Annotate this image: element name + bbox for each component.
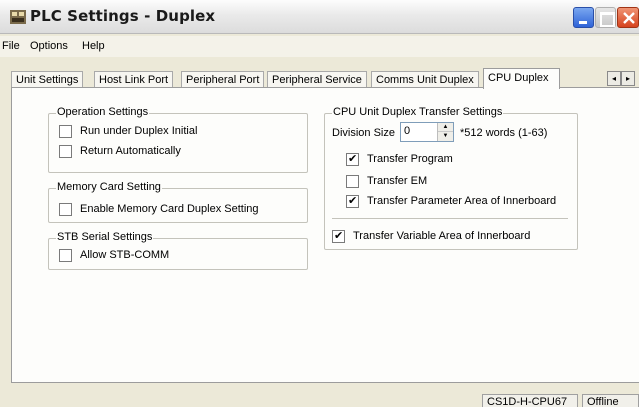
division-size-label: Division Size <box>332 127 395 139</box>
tab-cpu-duplex[interactable]: CPU Duplex <box>483 68 560 89</box>
spin-up-arrow-icon[interactable]: ▲ <box>438 123 453 132</box>
checkbox-label: Allow STB-COMM <box>80 249 170 261</box>
cpu-unit-duplex-transfer-title: CPU Unit Duplex Transfer Settings <box>332 106 504 118</box>
plc-app-icon <box>10 10 26 24</box>
tab-scroll-left-icon[interactable]: ◂ <box>607 71 621 86</box>
checkbox-label: Transfer Program <box>367 153 453 165</box>
menu-bar: File Options Help <box>0 36 639 57</box>
division-size-spinner[interactable]: 0 ▲ ▼ <box>400 122 454 142</box>
checkbox-box[interactable] <box>59 203 72 216</box>
checkbox-box[interactable] <box>332 229 345 243</box>
checkbox-box[interactable] <box>59 249 72 262</box>
status-connection: Offline <box>582 394 639 407</box>
operation-settings-title: Operation Settings <box>56 106 150 118</box>
maximize-button[interactable] <box>595 7 616 28</box>
checkbox-box[interactable] <box>59 125 72 138</box>
checkbox-label: Transfer EM <box>367 175 428 187</box>
status-plc-model: CS1D-H-CPU67 <box>482 394 578 407</box>
tab-scroll-right-icon[interactable]: ▸ <box>621 71 635 86</box>
memory-card-setting-title: Memory Card Setting <box>56 181 162 193</box>
spinner-buttons: ▲ ▼ <box>437 123 453 141</box>
tab-peripheral-port[interactable]: Peripheral Port <box>181 71 265 88</box>
minimize-icon <box>574 8 593 27</box>
checkbox-label: Return Automatically <box>80 145 181 157</box>
menu-help[interactable]: Help <box>82 40 105 52</box>
division-size-unit: *512 words (1-63) <box>460 127 548 139</box>
plc-settings-window: PLC Settings - Duplex File Options Help … <box>0 0 639 407</box>
title-bar[interactable]: PLC Settings - Duplex <box>0 0 639 34</box>
checkbox-box[interactable] <box>346 175 359 188</box>
menu-file[interactable]: File <box>2 40 20 52</box>
minimize-button[interactable] <box>573 7 594 28</box>
status-bar: CS1D-H-CPU67 Offline <box>0 392 639 407</box>
checkbox-box[interactable] <box>346 194 359 208</box>
checkbox-label: Run under Duplex Initial <box>80 125 198 137</box>
division-size-value[interactable]: 0 <box>404 125 410 137</box>
close-icon <box>623 12 635 24</box>
checkbox-label: Transfer Variable Area of Innerboard <box>353 230 531 242</box>
checkbox-box[interactable] <box>346 152 359 166</box>
tab-peripheral-service[interactable]: Peripheral Service <box>267 71 367 88</box>
checkbox-label: Enable Memory Card Duplex Setting <box>80 203 259 215</box>
tab-host-link-port[interactable]: Host Link Port <box>94 71 174 88</box>
menu-options[interactable]: Options <box>30 40 68 52</box>
stb-serial-settings-group: STB Serial Settings Allow STB-COMM <box>48 231 308 270</box>
tab-unit-settings[interactable]: Unit Settings <box>11 71 84 88</box>
spin-down-arrow-icon[interactable]: ▼ <box>438 132 453 141</box>
checkbox-box[interactable] <box>59 145 72 158</box>
tab-comms-unit-duplex[interactable]: Comms Unit Duplex <box>371 71 479 88</box>
memory-card-setting-group: Memory Card Setting Enable Memory Card D… <box>48 181 308 223</box>
operation-settings-group: Operation Settings Run under Duplex Init… <box>48 106 308 173</box>
transfer-separator <box>332 218 568 219</box>
close-button[interactable] <box>617 7 639 28</box>
window-title: PLC Settings - Duplex <box>30 7 216 25</box>
stb-serial-settings-title: STB Serial Settings <box>56 231 154 243</box>
checkbox-label: Transfer Parameter Area of Innerboard <box>367 195 557 207</box>
maximize-icon <box>596 8 615 27</box>
